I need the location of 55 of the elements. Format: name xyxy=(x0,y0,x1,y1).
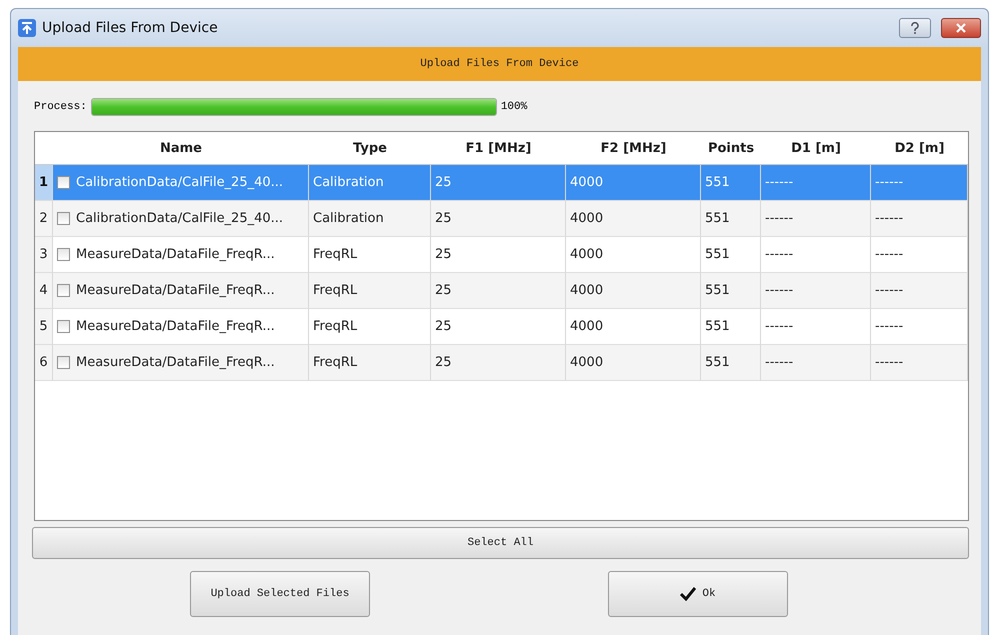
table-cell: 4000 xyxy=(566,165,701,201)
table-cell: 25 xyxy=(431,201,566,237)
checkbox[interactable] xyxy=(57,284,70,297)
table-cell: 551 xyxy=(701,165,761,201)
table-cell: MeasureData/DataFile_FreqR... xyxy=(76,283,275,298)
close-icon xyxy=(956,23,966,33)
table-cell: ------ xyxy=(871,165,968,201)
table-cell: 4000 xyxy=(566,201,701,237)
row-number: 4 xyxy=(35,273,53,309)
table-cell: MeasureData/DataFile_FreqR... xyxy=(76,247,275,262)
table-cell: Calibration xyxy=(309,201,431,237)
table-cell: MeasureData/DataFile_FreqR... xyxy=(76,319,275,334)
table-cell: ------ xyxy=(761,165,871,201)
checkbox[interactable] xyxy=(57,248,70,261)
check-icon xyxy=(680,587,696,601)
table-cell: ------ xyxy=(871,273,968,309)
window-title: Upload Files From Device xyxy=(42,20,219,36)
table-cell: FreqRL xyxy=(309,345,431,381)
select-all-button[interactable]: Select All xyxy=(32,527,969,559)
table-cell: 4000 xyxy=(566,345,701,381)
table-cell: 551 xyxy=(701,273,761,309)
table-cell: FreqRL xyxy=(309,273,431,309)
table-cell: 25 xyxy=(431,345,566,381)
row-number: 1 xyxy=(35,165,53,201)
table-cell: Calibration xyxy=(309,165,431,201)
upload-icon xyxy=(18,19,36,37)
row-number: 5 xyxy=(35,309,53,345)
table-cell: ------ xyxy=(761,201,871,237)
table-cell: CalibrationData/CalFile_25_40... xyxy=(76,211,284,226)
checkbox[interactable] xyxy=(57,212,70,225)
table-cell: 25 xyxy=(431,273,566,309)
table-cell: 551 xyxy=(701,345,761,381)
row-number: 2 xyxy=(35,201,53,237)
checkbox[interactable] xyxy=(57,176,70,189)
progress-label: Process: xyxy=(34,101,87,113)
close-button[interactable] xyxy=(941,18,981,38)
table-cell: ------ xyxy=(871,201,968,237)
upload-button[interactable]: Upload Selected Files xyxy=(190,571,370,617)
checkbox[interactable] xyxy=(57,320,70,333)
row-number: 6 xyxy=(35,345,53,381)
table-cell: ------ xyxy=(871,345,968,381)
progress-reading: 100% xyxy=(500,101,528,113)
table-cell: 551 xyxy=(701,201,761,237)
ok-button[interactable]: Ok xyxy=(608,571,788,617)
table-cell: ------ xyxy=(761,273,871,309)
table-cell: ------ xyxy=(761,345,871,381)
row-number: 3 xyxy=(35,237,53,273)
table-cell: 25 xyxy=(431,165,566,201)
table-cell: 4000 xyxy=(566,273,701,309)
table-cell: CalibrationData/CalFile_25_40... xyxy=(76,175,284,190)
table-cell: MeasureData/DataFile_FreqR... xyxy=(76,355,275,370)
banner-title: Upload Files From Device xyxy=(18,47,981,81)
checkbox[interactable] xyxy=(57,356,70,369)
help-button[interactable] xyxy=(899,18,931,38)
help-icon xyxy=(910,22,920,34)
